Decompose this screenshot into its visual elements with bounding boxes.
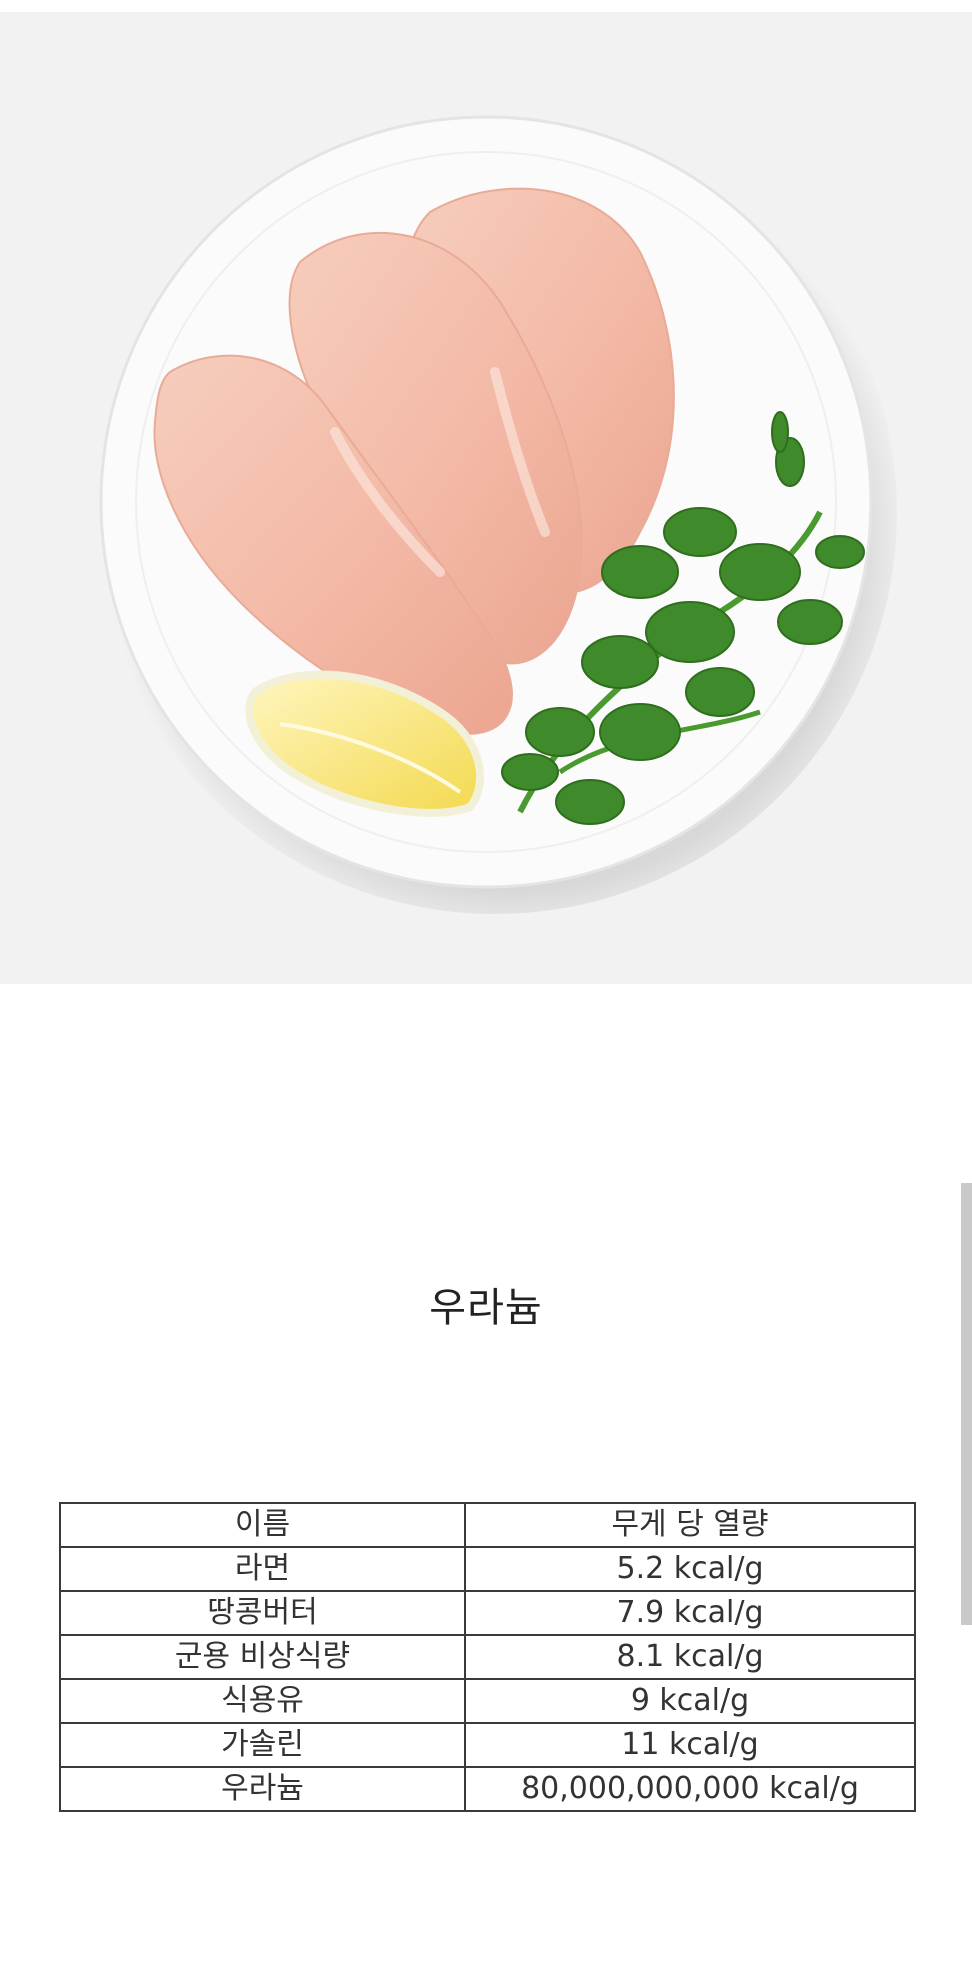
table-cell-calories: 7.9 kcal/g <box>464 1590 916 1636</box>
table-row: 가솔린 11 kcal/g <box>59 1722 916 1768</box>
table-row: 식용유 9 kcal/g <box>59 1678 916 1724</box>
column-header-calories: 무게 당 열량 <box>464 1502 916 1548</box>
table-row: 우라늄 80,000,000,000 kcal/g <box>59 1766 916 1812</box>
table-cell-calories: 8.1 kcal/g <box>464 1634 916 1680</box>
table-cell-calories: 11 kcal/g <box>464 1722 916 1768</box>
calorie-table: 이름 무게 당 열량 라면 5.2 kcal/g 땅콩버터 7.9 kcal/g… <box>59 1502 916 1812</box>
table-cell-name: 우라늄 <box>59 1766 466 1812</box>
table-row: 군용 비상식량 8.1 kcal/g <box>59 1634 916 1680</box>
table-row: 라면 5.2 kcal/g <box>59 1546 916 1592</box>
table-cell-calories: 5.2 kcal/g <box>464 1546 916 1592</box>
table-row: 땅콩버터 7.9 kcal/g <box>59 1590 916 1636</box>
table-cell-name: 땅콩버터 <box>59 1590 466 1636</box>
table-cell-calories: 9 kcal/g <box>464 1678 916 1724</box>
table-cell-calories: 80,000,000,000 kcal/g <box>464 1766 916 1812</box>
table-cell-name: 가솔린 <box>59 1722 466 1768</box>
column-header-name: 이름 <box>59 1502 466 1548</box>
table-cell-name: 군용 비상식량 <box>59 1634 466 1680</box>
chicken-breast-photo <box>0 12 972 984</box>
page-heading: 우라늄 <box>429 1285 543 1331</box>
table-cell-name: 식용유 <box>59 1678 466 1724</box>
plate-image <box>93 110 897 914</box>
table-cell-name: 라면 <box>59 1546 466 1592</box>
table-header-row: 이름 무게 당 열량 <box>59 1502 916 1548</box>
scrollbar[interactable] <box>961 1183 972 1625</box>
